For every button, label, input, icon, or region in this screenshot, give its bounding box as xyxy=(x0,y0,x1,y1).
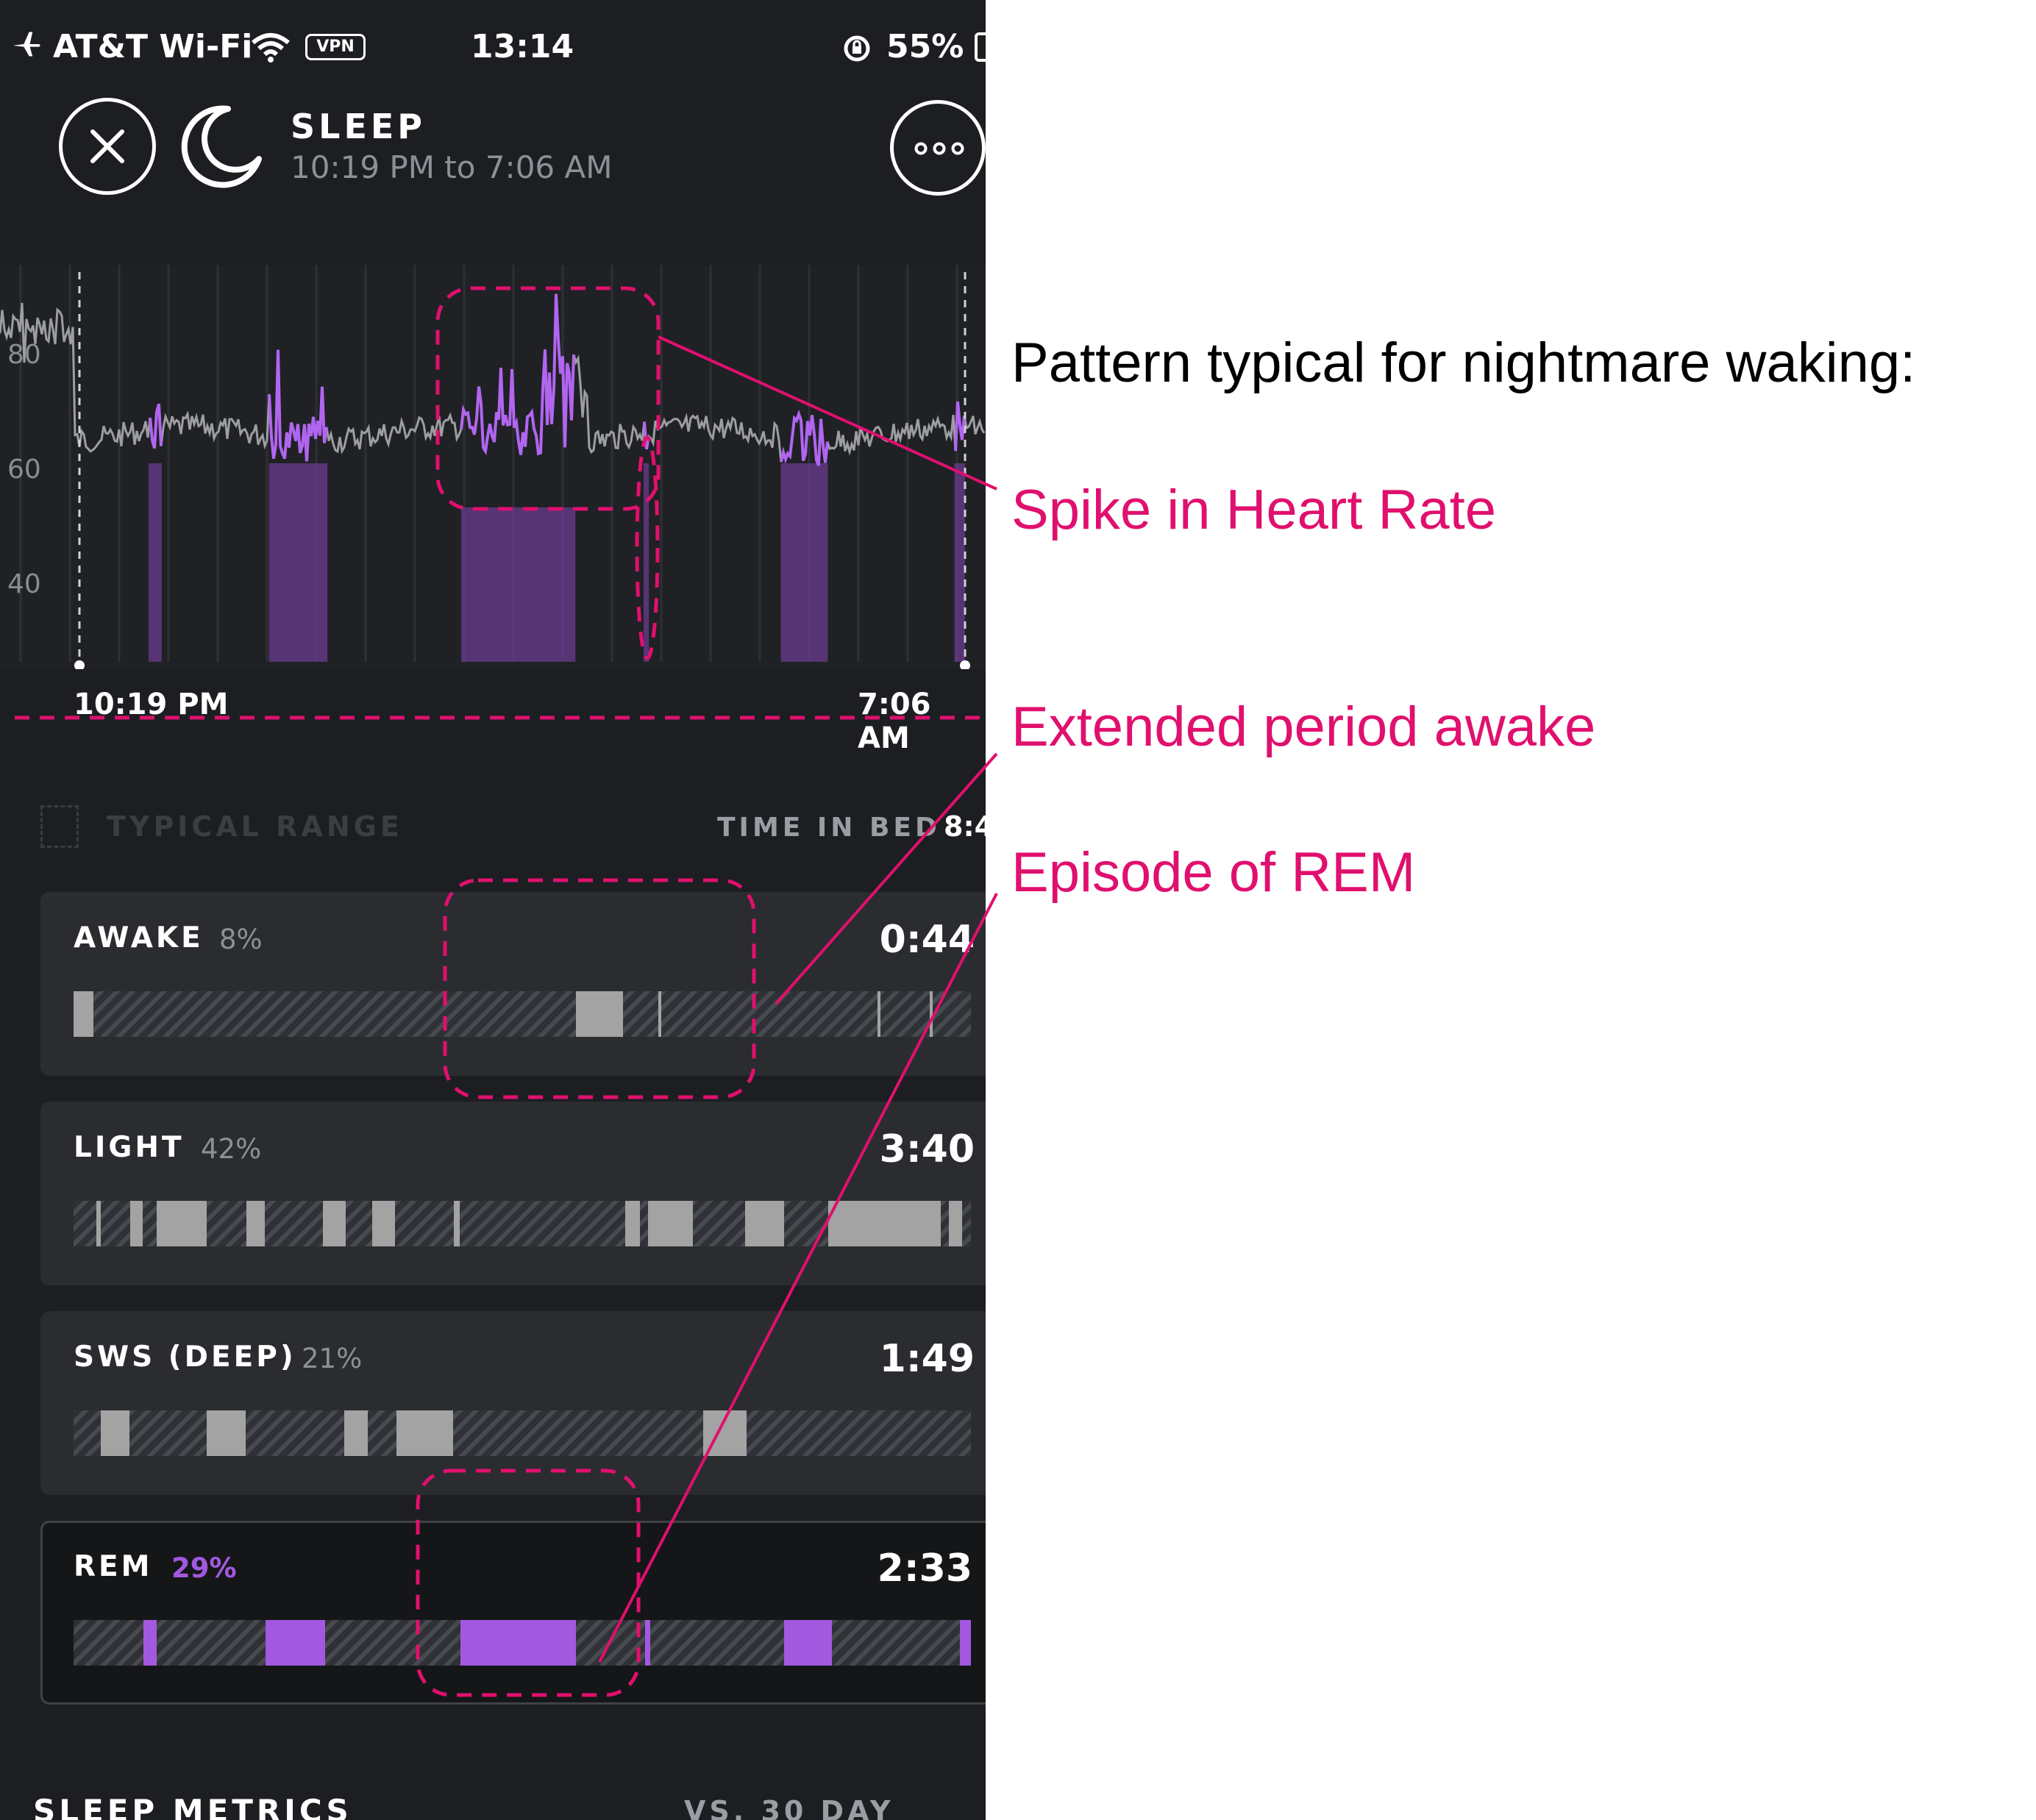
annotation-overlay xyxy=(15,286,998,1697)
rem-episode-box xyxy=(416,1469,641,1697)
annotation-spike-heart-rate: Spike in Heart Rate xyxy=(1011,479,1496,541)
annotation-heading: Pattern typical for nightmare waking: xyxy=(1011,332,1916,394)
annotation-rem-episode: Episode of REM xyxy=(1011,841,1416,904)
awake-leader-line xyxy=(775,752,998,1005)
annotation-extended-awake: Extended period awake xyxy=(1011,696,1596,758)
rem-leader-line xyxy=(598,893,998,1663)
awake-period-box xyxy=(443,878,756,1099)
heart-rate-spike-box xyxy=(435,286,661,511)
spike-leader-line xyxy=(658,335,997,490)
awake-spike-marker xyxy=(635,435,660,660)
